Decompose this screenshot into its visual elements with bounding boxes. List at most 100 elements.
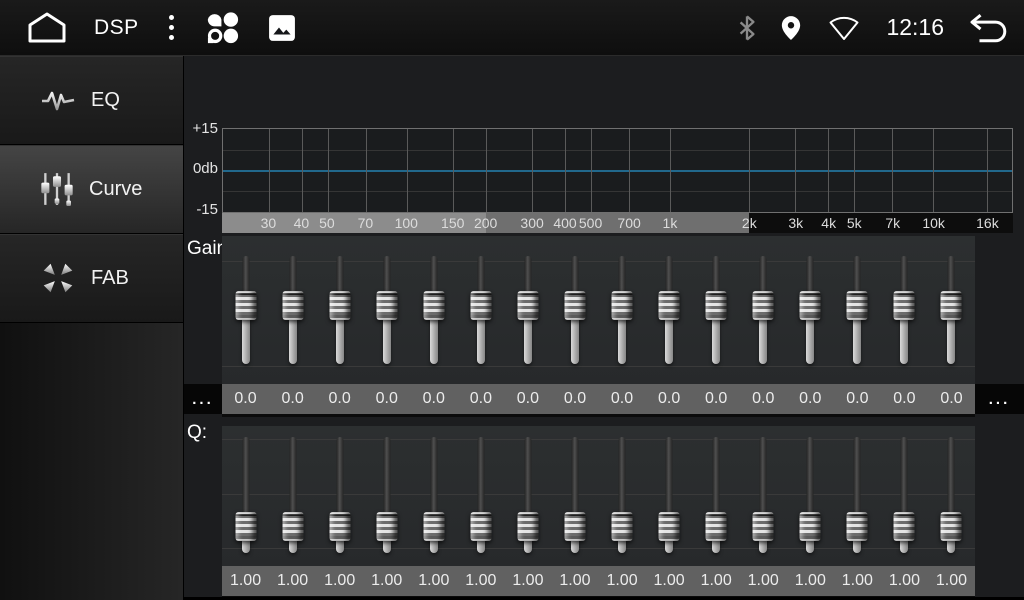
q-value: 1.00 — [363, 566, 410, 596]
slider-thumb[interactable] — [659, 512, 680, 541]
slider-thumb[interactable] — [282, 291, 303, 320]
gain-slider[interactable] — [834, 256, 881, 364]
q-value: 1.00 — [457, 566, 504, 596]
sidebar-item-fab[interactable]: FAB — [0, 234, 183, 323]
gain-value-strip: 0.00.00.00.00.00.00.00.00.00.00.00.00.00… — [222, 384, 975, 417]
gain-slider[interactable] — [504, 256, 551, 364]
q-slider[interactable] — [787, 437, 834, 553]
slider-thumb[interactable] — [847, 291, 868, 320]
gain-slider[interactable] — [928, 256, 975, 364]
app-title: DSP — [94, 16, 139, 40]
overflow-menu-icon[interactable] — [165, 11, 178, 44]
slider-thumb[interactable] — [706, 512, 727, 541]
freq-label: 10k — [922, 213, 945, 233]
q-slider[interactable] — [646, 437, 693, 553]
slider-thumb[interactable] — [470, 291, 491, 320]
slider-track — [901, 437, 908, 515]
q-slider[interactable] — [410, 437, 457, 553]
q-slider[interactable] — [504, 437, 551, 553]
eq-graph-plot[interactable] — [222, 128, 1013, 213]
slider-thumb[interactable] — [706, 291, 727, 320]
q-value: 1.00 — [834, 566, 881, 596]
bluetooth-icon — [738, 14, 756, 42]
slider-thumb[interactable] — [329, 512, 350, 541]
q-value: 1.00 — [504, 566, 551, 596]
sidebar-item-eq[interactable]: EQ — [0, 56, 183, 145]
slider-track — [665, 318, 673, 364]
slider-track — [383, 437, 390, 515]
freq-label: 16k — [976, 213, 999, 233]
gridline — [565, 129, 566, 212]
gain-slider[interactable] — [693, 256, 740, 364]
slider-thumb[interactable] — [941, 291, 962, 320]
slider-thumb[interactable] — [800, 291, 821, 320]
gain-slider[interactable] — [787, 256, 834, 364]
gain-slider[interactable] — [646, 256, 693, 364]
sidebar-item-curve[interactable]: Curve — [0, 145, 183, 234]
gain-slider[interactable] — [881, 256, 928, 364]
gain-more-left-button[interactable]: ... — [184, 384, 222, 414]
slider-thumb[interactable] — [564, 291, 585, 320]
slider-thumb[interactable] — [235, 512, 256, 541]
freq-label: 1k — [663, 213, 678, 233]
q-slider[interactable] — [693, 437, 740, 553]
gain-slider[interactable] — [410, 256, 457, 364]
gain-value: 0.0 — [222, 384, 269, 414]
q-slider[interactable] — [457, 437, 504, 553]
q-slider[interactable] — [740, 437, 787, 553]
gain-value: 0.0 — [740, 384, 787, 414]
slider-thumb[interactable] — [517, 512, 538, 541]
slider-thumb[interactable] — [376, 291, 397, 320]
freq-label: 7k — [885, 213, 900, 233]
slider-thumb[interactable] — [329, 291, 350, 320]
gain-slider[interactable] — [222, 256, 269, 364]
freq-label: 40 — [294, 213, 310, 233]
slider-thumb[interactable] — [753, 512, 774, 541]
q-slider[interactable] — [363, 437, 410, 553]
gain-slider[interactable] — [551, 256, 598, 364]
q-slider[interactable] — [881, 437, 928, 553]
slider-thumb[interactable] — [564, 512, 585, 541]
slider-track — [712, 539, 720, 553]
slider-thumb[interactable] — [423, 291, 444, 320]
slider-thumb[interactable] — [941, 512, 962, 541]
gain-value: 0.0 — [646, 384, 693, 414]
q-slider[interactable] — [834, 437, 881, 553]
q-slider[interactable] — [269, 437, 316, 553]
q-slider[interactable] — [316, 437, 363, 553]
gain-slider[interactable] — [316, 256, 363, 364]
gain-slider[interactable] — [599, 256, 646, 364]
slider-thumb[interactable] — [423, 512, 444, 541]
slider-track — [383, 318, 391, 364]
slider-thumb[interactable] — [517, 291, 538, 320]
q-slider[interactable] — [599, 437, 646, 553]
back-icon[interactable] — [968, 12, 1008, 44]
slider-thumb[interactable] — [894, 512, 915, 541]
gain-slider[interactable] — [457, 256, 504, 364]
gain-slider[interactable] — [740, 256, 787, 364]
gain-more-right-button[interactable]: ... — [975, 384, 1024, 414]
slider-thumb[interactable] — [376, 512, 397, 541]
slider-thumb[interactable] — [659, 291, 680, 320]
slider-thumb[interactable] — [235, 291, 256, 320]
home-icon[interactable] — [26, 11, 68, 45]
slider-track — [618, 318, 626, 364]
slider-thumb[interactable] — [800, 512, 821, 541]
slider-track — [336, 539, 344, 553]
gain-slider[interactable] — [363, 256, 410, 364]
slider-thumb[interactable] — [282, 512, 303, 541]
slider-thumb[interactable] — [894, 291, 915, 320]
slider-thumb[interactable] — [612, 512, 633, 541]
slider-track — [242, 256, 249, 294]
slider-thumb[interactable] — [470, 512, 491, 541]
q-slider[interactable] — [222, 437, 269, 553]
slider-thumb[interactable] — [847, 512, 868, 541]
apps-clover-icon[interactable] — [204, 10, 242, 46]
gain-slider[interactable] — [269, 256, 316, 364]
q-slider[interactable] — [928, 437, 975, 553]
q-slider[interactable] — [551, 437, 598, 553]
slider-thumb[interactable] — [753, 291, 774, 320]
gridline — [223, 150, 1012, 151]
gallery-icon[interactable] — [268, 14, 296, 42]
slider-thumb[interactable] — [612, 291, 633, 320]
